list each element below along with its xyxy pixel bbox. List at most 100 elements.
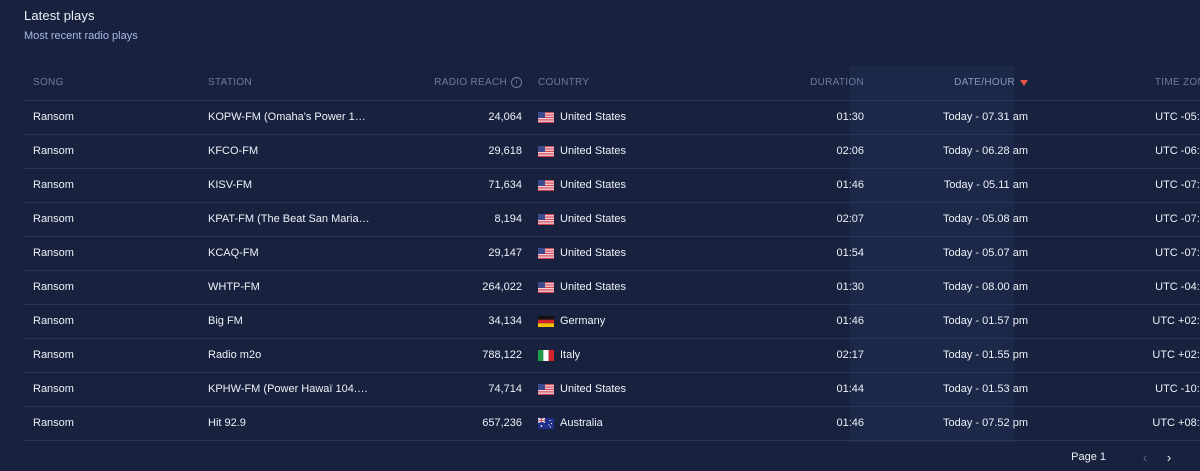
timezone-cell: UTC -07:00 (1038, 168, 1200, 203)
song-cell: Ransom (24, 134, 208, 169)
timezone-cell: UTC -04:00 (1038, 270, 1200, 305)
date-cell: Today - 08.00 am (874, 270, 1038, 305)
column-header-date[interactable]: DATE/HOUR (874, 66, 1038, 101)
date-cell: Today - 05.08 am (874, 202, 1038, 237)
timezone-cell: UTC +08:00 (1038, 406, 1200, 441)
duration-cell: 02:06 (708, 134, 874, 169)
table-row[interactable]: Ransom KPHW-FM (Power Hawaï 104.… 74,714 Un… (24, 372, 1200, 407)
duration-cell: 01:54 (708, 236, 874, 271)
reach-cell: 264,022 (370, 270, 530, 305)
column-header-station[interactable]: STATION (208, 66, 370, 101)
reach-cell: 71,634 (370, 168, 530, 203)
reach-cell: 29,147 (370, 236, 530, 271)
latest-plays-panel: Latest plays Most recent radio plays SON… (0, 0, 1200, 471)
flag-us-icon (538, 383, 554, 395)
country-cell: United States (530, 202, 708, 237)
column-header-song[interactable]: SONG (24, 66, 208, 101)
chevron-right-icon[interactable]: › (1162, 449, 1176, 465)
country-cell: Germany (530, 304, 708, 339)
country-cell: Australia (530, 406, 708, 441)
pagination: Page 1 ‹ › (1071, 448, 1176, 466)
table-row[interactable]: Ransom KFCO-FM 29,618 United States 02:06 Tod… (24, 134, 1200, 169)
table-row[interactable]: Ransom KOPW-FM (Omaha's Power 10… 24,064 Un… (24, 100, 1200, 135)
table-row[interactable]: Ransom Hit 92.9 657,236 Australia 01:46 Today… (24, 406, 1200, 441)
table-row[interactable]: Ransom WHTP-FM 264,022 United States 01:30 To… (24, 270, 1200, 305)
table-row[interactable]: Ransom KPAT-FM (The Beat San Maria… 8,194 U… (24, 202, 1200, 237)
reach-cell: 74,714 (370, 372, 530, 407)
song-cell: Ransom (24, 304, 208, 339)
reach-cell: 29,618 (370, 134, 530, 169)
column-header-label: DATE/HOUR (954, 77, 1015, 89)
chevron-left-icon[interactable]: ‹ (1138, 449, 1152, 465)
country-cell: Italy (530, 338, 708, 373)
column-header-timezone[interactable]: TIME ZONE (1038, 66, 1200, 101)
table-body: Ransom KOPW-FM (Omaha's Power 10… 24,064 Un… (24, 100, 1200, 441)
flag-it-icon (538, 349, 554, 361)
column-header-label: TIME ZONE (1154, 77, 1200, 89)
duration-cell: 01:46 (708, 168, 874, 203)
flag-us-icon (538, 281, 554, 293)
song-cell: Ransom (24, 406, 208, 441)
column-header-label: RADIO REACH (434, 77, 507, 89)
table-row[interactable]: Ransom KISV-FM 71,634 United States 01:46 Tod… (24, 168, 1200, 203)
date-cell: Today - 01.57 pm (874, 304, 1038, 339)
duration-cell: 02:17 (708, 338, 874, 373)
station-cell[interactable]: Radio m2o (208, 338, 370, 373)
station-cell[interactable]: KISV-FM (208, 168, 370, 203)
country-label: Germany (560, 315, 606, 327)
station-cell[interactable]: KOPW-FM (Omaha's Power 10… (208, 100, 370, 135)
country-label: Australia (560, 417, 603, 429)
country-cell: United States (530, 134, 708, 169)
flag-de-icon (538, 315, 554, 327)
country-label: United States (560, 247, 627, 259)
station-cell[interactable]: KPAT-FM (The Beat San Maria… (208, 202, 370, 237)
country-cell: United States (530, 236, 708, 271)
station-cell[interactable]: KPHW-FM (Power Hawaï 104.… (208, 372, 370, 407)
duration-cell: 01:30 (708, 270, 874, 305)
page-label: Page 1 (1071, 451, 1106, 463)
date-cell: Today - 07.52 pm (874, 406, 1038, 441)
timezone-cell: UTC -07:00 (1038, 236, 1200, 271)
station-cell[interactable]: WHTP-FM (208, 270, 370, 305)
duration-cell: 01:46 (708, 406, 874, 441)
flag-us-icon (538, 179, 554, 191)
table-row[interactable]: Ransom Radio m2o 788,122 Italy 02:17 Today - … (24, 338, 1200, 373)
column-header-label: SONG (33, 77, 64, 89)
flag-us-icon (538, 213, 554, 225)
song-cell: Ransom (24, 168, 208, 203)
reach-cell: 788,122 (370, 338, 530, 373)
flag-us-icon (538, 111, 554, 123)
flag-au-icon (538, 417, 554, 429)
column-header-country[interactable]: COUNTRY (530, 66, 708, 101)
table-row[interactable]: Ransom Big FM 34,134 Germany 01:46 Today - 01… (24, 304, 1200, 339)
table-row[interactable]: Ransom KCAQ-FM 29,147 United States 01:54 Tod… (24, 236, 1200, 271)
station-cell[interactable]: Hit 92.9 (208, 406, 370, 441)
date-cell: Today - 07.31 am (874, 100, 1038, 135)
timezone-cell: UTC -06:00 (1038, 134, 1200, 169)
song-cell: Ransom (24, 270, 208, 305)
country-cell: United States (530, 168, 708, 203)
column-header-duration[interactable]: DURATION (708, 66, 874, 101)
reach-cell: 8,194 (370, 202, 530, 237)
station-cell[interactable]: KFCO-FM (208, 134, 370, 169)
column-header-reach[interactable]: RADIO REACH i (370, 66, 530, 101)
date-cell: Today - 05.11 am (874, 168, 1038, 203)
song-cell: Ransom (24, 372, 208, 407)
country-label: United States (560, 111, 627, 123)
song-cell: Ransom (24, 236, 208, 271)
date-cell: Today - 01.55 pm (874, 338, 1038, 373)
country-label: United States (560, 213, 627, 225)
country-cell: United States (530, 100, 708, 135)
song-cell: Ransom (24, 338, 208, 373)
date-cell: Today - 01.53 am (874, 372, 1038, 407)
info-icon[interactable]: i (511, 77, 522, 89)
station-cell[interactable]: Big FM (208, 304, 370, 339)
column-header-label: DURATION (810, 77, 864, 89)
sort-descending-icon[interactable] (1020, 79, 1028, 86)
flag-us-icon (538, 247, 554, 259)
duration-cell: 01:46 (708, 304, 874, 339)
country-cell: United States (530, 372, 708, 407)
reach-cell: 657,236 (370, 406, 530, 441)
station-cell[interactable]: KCAQ-FM (208, 236, 370, 271)
timezone-cell: UTC -10:00 (1038, 372, 1200, 407)
